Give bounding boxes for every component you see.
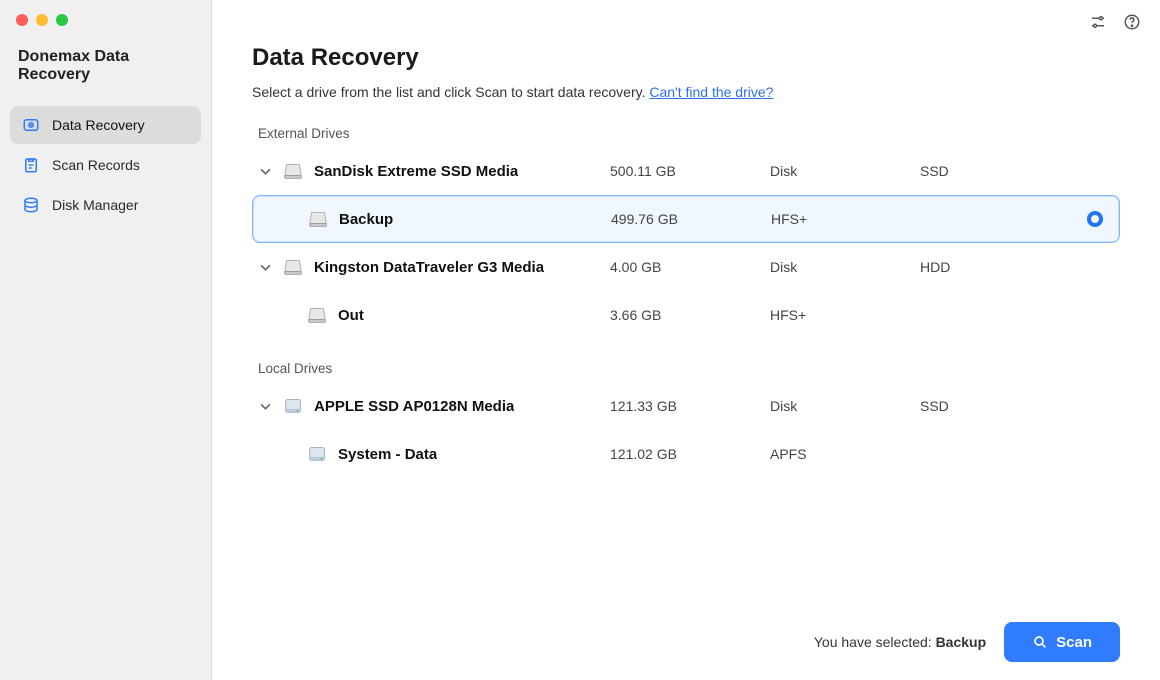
- selected-prefix: You have selected:: [814, 634, 936, 650]
- drive-size: 500.11 GB: [610, 163, 770, 179]
- clipboard-icon: [22, 156, 40, 174]
- volume-row-system-data[interactable]: System - Data 121.02 GB APFS: [252, 430, 1120, 478]
- drive-kind: Disk: [770, 163, 920, 179]
- drive-row-kingston[interactable]: Kingston DataTraveler G3 Media 4.00 GB D…: [252, 243, 1120, 291]
- drive-media: SSD: [920, 398, 1070, 414]
- chevron-down-icon[interactable]: [258, 164, 272, 178]
- scan-button[interactable]: Scan: [1004, 622, 1120, 662]
- drive-name: SanDisk Extreme SSD Media: [314, 163, 518, 180]
- volume-size: 499.76 GB: [611, 211, 771, 227]
- external-drive-icon: [282, 160, 304, 182]
- sidebar-item-scan-records[interactable]: Scan Records: [10, 146, 201, 184]
- main-panel: Data Recovery Select a drive from the li…: [212, 0, 1160, 680]
- volume-name: Backup: [339, 211, 393, 228]
- drive-name: APPLE SSD AP0128N Media: [314, 398, 514, 415]
- footer-bar: You have selected: Backup Scan: [212, 604, 1160, 680]
- volume-fs: APFS: [770, 446, 920, 462]
- volume-fs: HFS+: [771, 211, 921, 227]
- drive-kind: Disk: [770, 259, 920, 275]
- sidebar-item-label: Data Recovery: [52, 117, 145, 133]
- drive-kind: Disk: [770, 398, 920, 414]
- sidebar-nav: Data Recovery Scan Records Disk Manager: [0, 100, 211, 230]
- app-title: Donemax Data Recovery: [0, 26, 211, 100]
- volume-name: Out: [338, 307, 364, 324]
- fullscreen-window-button[interactable]: [56, 14, 68, 26]
- chevron-down-icon[interactable]: [258, 399, 272, 413]
- volume-size: 3.66 GB: [610, 307, 770, 323]
- volume-row-backup[interactable]: Backup 499.76 GB HFS+: [252, 195, 1120, 243]
- volume-fs: HFS+: [770, 307, 920, 323]
- sidebar-item-data-recovery[interactable]: Data Recovery: [10, 106, 201, 144]
- internal-drive-icon: [306, 443, 328, 465]
- drive-row-apple-ssd[interactable]: APPLE SSD AP0128N Media 121.33 GB Disk S…: [252, 382, 1120, 430]
- selected-name: Backup: [936, 634, 987, 650]
- scan-button-label: Scan: [1056, 634, 1092, 651]
- drive-media: SSD: [920, 163, 1070, 179]
- section-external-label: External Drives: [258, 126, 1120, 141]
- content-area: Data Recovery Select a drive from the li…: [212, 0, 1160, 604]
- drive-size: 121.33 GB: [610, 398, 770, 414]
- hard-drive-icon: [22, 116, 40, 134]
- topbar-actions: [1088, 12, 1142, 32]
- sidebar-item-label: Scan Records: [52, 157, 140, 173]
- volume-name: System - Data: [338, 446, 437, 463]
- minimize-window-button[interactable]: [36, 14, 48, 26]
- external-drive-icon: [282, 256, 304, 278]
- cant-find-drive-link[interactable]: Can't find the drive?: [649, 84, 773, 100]
- sidebar-item-label: Disk Manager: [52, 197, 138, 213]
- disks-icon: [22, 196, 40, 214]
- subtitle-text: Select a drive from the list and click S…: [252, 84, 649, 100]
- page-title: Data Recovery: [252, 44, 1120, 72]
- internal-drive-icon: [282, 395, 304, 417]
- sidebar-item-disk-manager[interactable]: Disk Manager: [10, 186, 201, 224]
- window-controls: [0, 0, 211, 26]
- sidebar: Donemax Data Recovery Data Recovery Scan…: [0, 0, 212, 680]
- drive-row-sandisk[interactable]: SanDisk Extreme SSD Media 500.11 GB Disk…: [252, 147, 1120, 195]
- help-icon[interactable]: [1122, 12, 1142, 32]
- close-window-button[interactable]: [16, 14, 28, 26]
- section-local-label: Local Drives: [258, 361, 1120, 376]
- external-drive-icon: [306, 304, 328, 326]
- volume-size: 121.02 GB: [610, 446, 770, 462]
- chevron-down-icon[interactable]: [258, 260, 272, 274]
- volume-row-out[interactable]: Out 3.66 GB HFS+: [252, 291, 1120, 339]
- selected-label: You have selected: Backup: [814, 634, 986, 650]
- drive-name: Kingston DataTraveler G3 Media: [314, 259, 544, 276]
- settings-icon[interactable]: [1088, 12, 1108, 32]
- drive-media: HDD: [920, 259, 1070, 275]
- page-subtitle: Select a drive from the list and click S…: [252, 84, 1120, 100]
- external-drive-icon: [307, 208, 329, 230]
- search-icon: [1032, 634, 1048, 650]
- drive-size: 4.00 GB: [610, 259, 770, 275]
- volume-selected-radio[interactable]: [1071, 211, 1119, 227]
